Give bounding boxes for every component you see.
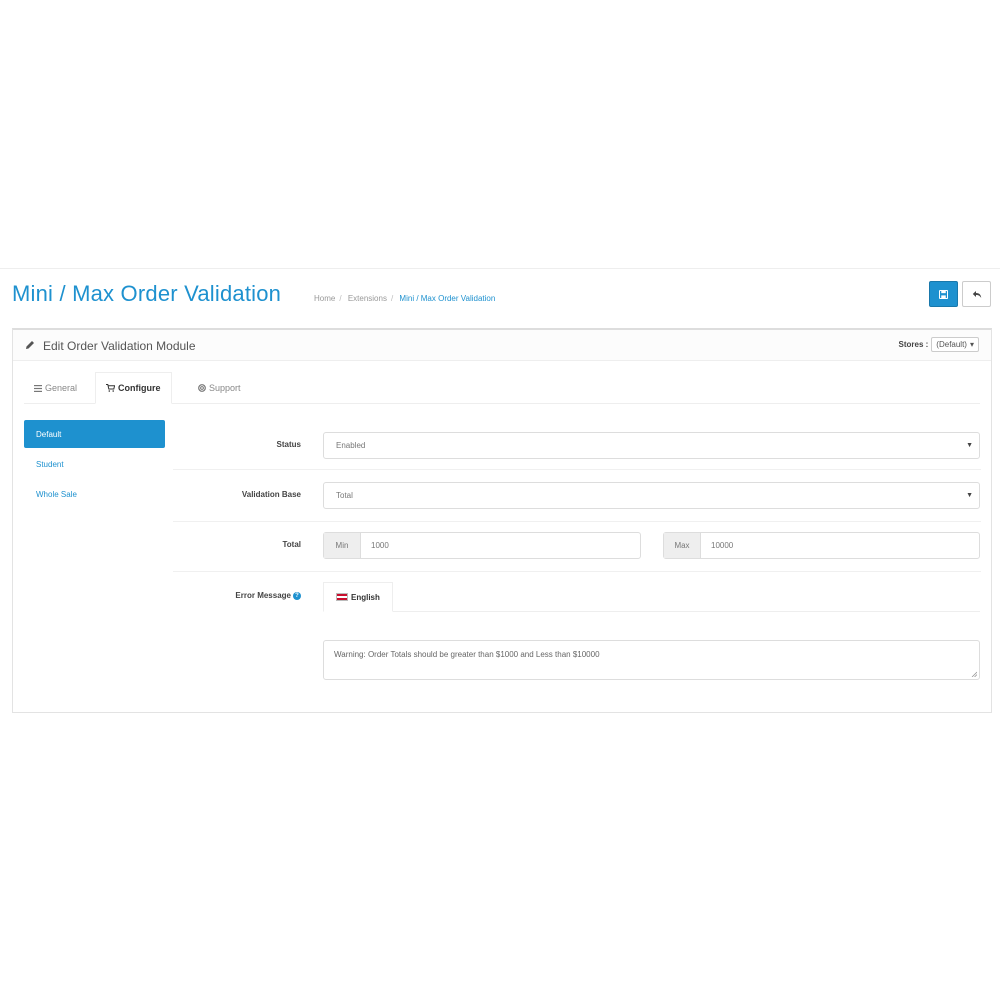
caret-down-icon: ▼	[966, 492, 973, 499]
language-tabs-underline	[323, 611, 980, 612]
page-title: Mini / Max Order Validation	[12, 281, 282, 306]
error-message-textarea[interactable]: Warning: Order Totals should be greater …	[323, 640, 980, 680]
max-addon: Max	[664, 533, 701, 558]
side-item-whole-sale[interactable]: Whole Sale	[24, 480, 165, 508]
save-icon	[939, 289, 948, 299]
stores-filter: Stores : (Default) ▾	[898, 337, 979, 352]
side-item-student[interactable]: Student	[24, 450, 165, 478]
life-ring-icon	[198, 384, 206, 392]
validation-base-row: Validation Base Total ▼	[173, 472, 981, 522]
status-row: Status Enabled ▼	[173, 422, 981, 470]
min-total-input[interactable]: Min 1000	[323, 532, 641, 559]
caret-down-icon: ▾	[969, 340, 974, 349]
error-message-label-text: Error Message	[235, 591, 291, 600]
tab-configure[interactable]: Configure	[95, 372, 172, 404]
edit-panel: Edit Order Validation Module Stores : (D…	[12, 328, 992, 713]
reply-icon	[972, 290, 981, 298]
stores-label: Stores :	[898, 340, 929, 349]
validation-base-label: Validation Base	[241, 490, 301, 499]
breadcrumb-extensions[interactable]: Extensions	[348, 294, 387, 303]
side-item-default[interactable]: Default	[24, 420, 165, 448]
tab-language-english[interactable]: English	[323, 582, 393, 612]
validation-base-value: Total	[336, 491, 353, 500]
customer-group-nav: Default Student Whole Sale	[24, 420, 165, 510]
cart-icon	[106, 384, 115, 392]
total-label: Total	[282, 540, 301, 549]
tab-support-label: Support	[209, 383, 241, 393]
tab-general[interactable]: General	[24, 372, 87, 404]
breadcrumb: Home / Extensions / Mini / Max Order Valid…	[314, 294, 496, 303]
max-value: 10000	[711, 541, 734, 550]
language-label: English	[351, 592, 380, 602]
tabs: General Configure Support	[24, 372, 980, 404]
min-value: 1000	[371, 541, 389, 550]
resize-handle-icon[interactable]	[971, 671, 977, 677]
min-addon: Min	[324, 533, 361, 558]
validation-base-select[interactable]: Total ▼	[323, 482, 980, 509]
max-total-input[interactable]: Max 10000	[663, 532, 980, 559]
panel-title: Edit Order Validation Module	[43, 339, 196, 353]
stores-select[interactable]: (Default) ▾	[931, 337, 979, 352]
page-header: Mini / Max Order Validation Home / Extens…	[0, 268, 1000, 328]
back-button[interactable]	[962, 281, 991, 307]
error-message-row: Error Message? English	[173, 582, 981, 622]
help-icon[interactable]: ?	[293, 591, 301, 600]
total-row: Total Min 1000 Max 10000	[173, 522, 981, 572]
tab-general-label: General	[45, 383, 78, 393]
tab-configure-label: Configure	[118, 383, 161, 393]
breadcrumb-home[interactable]: Home	[314, 294, 335, 303]
status-value: Enabled	[336, 441, 366, 450]
tab-support[interactable]: Support	[188, 372, 251, 404]
panel-heading: Edit Order Validation Module Stores : (D…	[13, 330, 991, 361]
stores-selected-value: (Default)	[936, 340, 967, 349]
breadcrumb-current[interactable]: Mini / Max Order Validation	[399, 294, 495, 303]
error-message-label: Error Message?	[235, 591, 301, 600]
flag-icon	[336, 593, 348, 601]
list-icon	[34, 384, 42, 392]
caret-down-icon: ▼	[966, 442, 973, 449]
status-label: Status	[276, 440, 301, 449]
pencil-icon	[26, 341, 34, 349]
save-button[interactable]	[929, 281, 958, 307]
status-select[interactable]: Enabled ▼	[323, 432, 980, 459]
error-message-text: Warning: Order Totals should be greater …	[334, 650, 600, 659]
